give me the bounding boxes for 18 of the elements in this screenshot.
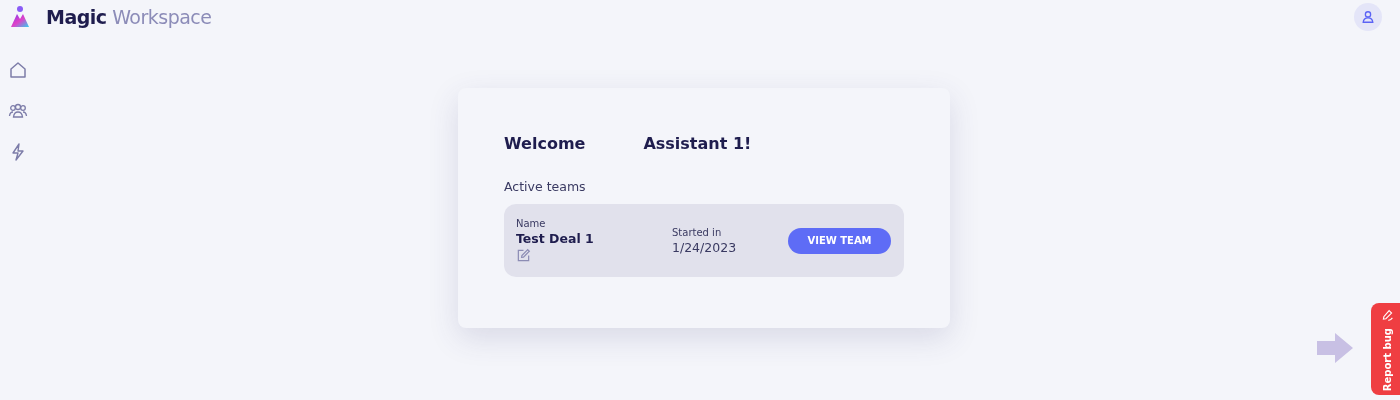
section-title: Active teams (504, 179, 587, 194)
user-name: Assistant 1! (643, 134, 752, 153)
profile-button[interactable] (1354, 3, 1382, 31)
team-icon[interactable] (8, 101, 28, 121)
app-title: Magic Workspace (46, 6, 212, 28)
pencil-icon (1380, 309, 1394, 322)
user-icon (1361, 10, 1375, 24)
home-icon[interactable] (8, 60, 28, 80)
report-bug-button[interactable]: Report bug (1371, 303, 1400, 395)
arrow-icon (1317, 333, 1353, 363)
team-name: Test Deal 1 (516, 231, 594, 246)
welcome-text: Welcome (504, 134, 586, 153)
edit-icon[interactable] (516, 248, 531, 263)
started-label: Started in (672, 226, 723, 238)
start-date: 1/24/2023 (672, 239, 738, 255)
name-label: Name (516, 218, 546, 229)
logo-icon (8, 5, 32, 29)
view-team-button[interactable]: VIEW TEAM (788, 227, 891, 254)
